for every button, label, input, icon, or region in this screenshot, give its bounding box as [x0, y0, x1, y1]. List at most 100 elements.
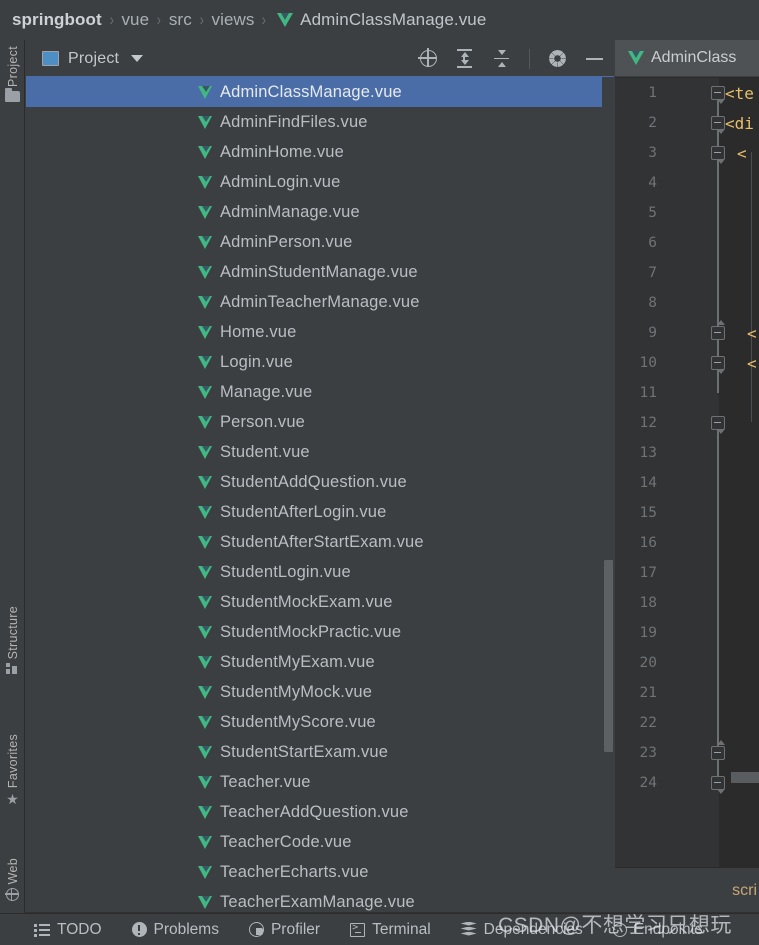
file-list-item[interactable]: StudentMockExam.vue: [26, 587, 614, 617]
file-list-item-label: AdminClassManage.vue: [220, 82, 402, 101]
breadcrumb-separator: ›: [262, 10, 267, 29]
vue-file-icon: [198, 235, 213, 249]
project-panel-title-group[interactable]: Project: [42, 50, 144, 68]
status-item-todo[interactable]: TODO: [34, 921, 102, 939]
status-item-terminal-label: Terminal: [372, 920, 431, 938]
project-tool-window: Project AdminClassManage.vue AdminFindFil…: [26, 40, 614, 913]
file-list-item[interactable]: AdminLogin.vue: [26, 167, 614, 197]
settings-gear-icon[interactable]: [548, 49, 567, 68]
vue-file-icon: [198, 505, 213, 519]
editor-line: 14: [615, 468, 759, 498]
breadcrumb-item-project[interactable]: springboot: [12, 10, 102, 30]
vue-file-icon: [198, 565, 213, 579]
file-list-item[interactable]: Login.vue: [26, 347, 614, 377]
file-list-item-label: TeacherCode.vue: [220, 832, 352, 851]
code-fold-toggle[interactable]: [711, 146, 725, 164]
scrollbar-thumb[interactable]: [604, 560, 613, 752]
sidebar-item-web[interactable]: Web: [0, 858, 25, 905]
vue-file-icon: [198, 715, 213, 729]
file-list-item[interactable]: AdminHome.vue: [26, 137, 614, 167]
line-number: 18: [639, 595, 657, 611]
editor-line: 10 <: [615, 348, 759, 378]
file-list-item[interactable]: Person.vue: [26, 407, 614, 437]
todo-list-icon: [34, 922, 50, 938]
code-fold-toggle[interactable]: [711, 776, 725, 794]
file-list-item-label: Teacher.vue: [220, 772, 311, 791]
file-list-item[interactable]: AdminClassManage.vue: [26, 77, 614, 107]
file-list-item-label: StudentLogin.vue: [220, 562, 351, 581]
code-fold-toggle[interactable]: [711, 86, 725, 104]
line-number: 23: [639, 745, 657, 761]
code-fold-toggle[interactable]: [711, 416, 725, 434]
layers-icon: [460, 921, 477, 938]
breadcrumb-item-vue[interactable]: vue: [121, 10, 149, 30]
star-icon: ★: [6, 791, 19, 808]
status-item-profiler[interactable]: Profiler: [248, 921, 320, 939]
file-list-item[interactable]: StudentMyMock.vue: [26, 677, 614, 707]
project-file-list[interactable]: AdminClassManage.vue AdminFindFiles.vue Ad…: [26, 77, 614, 913]
file-list-item[interactable]: TeacherExamManage.vue: [26, 887, 614, 913]
editor-line: 20: [615, 648, 759, 678]
expand-all-icon[interactable]: [455, 49, 474, 68]
status-item-endpoints[interactable]: Endpoints: [612, 921, 703, 939]
file-list-item[interactable]: AdminStudentManage.vue: [26, 257, 614, 287]
breadcrumb-item-file[interactable]: AdminClassManage.vue: [300, 10, 486, 30]
status-item-problems[interactable]: Problems: [131, 921, 219, 939]
file-list-item-label: TeacherAddQuestion.vue: [220, 802, 409, 821]
code-fold-toggle[interactable]: [711, 356, 725, 374]
file-list-item[interactable]: Home.vue: [26, 317, 614, 347]
file-list-item-label: Student.vue: [220, 442, 310, 461]
file-list-item[interactable]: StudentMyScore.vue: [26, 707, 614, 737]
code-fold-toggle[interactable]: [711, 320, 725, 340]
file-list-item[interactable]: TeacherEcharts.vue: [26, 857, 614, 887]
file-list-item-label: Home.vue: [220, 322, 297, 341]
scroll-from-source-icon[interactable]: [418, 48, 437, 67]
hide-icon[interactable]: [585, 49, 604, 68]
editor-line: 18: [615, 588, 759, 618]
toolbar-divider: [529, 48, 530, 69]
editor-breadcrumb[interactable]: scri: [615, 867, 759, 913]
line-number: 3: [648, 145, 657, 161]
file-list-item[interactable]: StudentAfterLogin.vue: [26, 497, 614, 527]
breadcrumb: springboot › vue › src › views › AdminCl…: [0, 0, 759, 40]
sidebar-item-favorites-label: Favorites: [5, 734, 20, 789]
breadcrumb-separator: ›: [199, 10, 204, 29]
project-scrollbar[interactable]: [602, 77, 614, 913]
code-fold-toggle[interactable]: [711, 116, 725, 134]
file-list-item[interactable]: TeacherAddQuestion.vue: [26, 797, 614, 827]
editor-tab-admin-class-manage[interactable]: AdminClass: [615, 40, 759, 77]
file-list-item[interactable]: Teacher.vue: [26, 767, 614, 797]
collapse-all-icon[interactable]: [492, 49, 511, 68]
project-panel-header: Project: [26, 40, 614, 77]
chevron-down-icon[interactable]: [131, 55, 144, 62]
code-fold-toggle[interactable]: [711, 740, 725, 760]
line-number: 9: [648, 325, 657, 341]
vue-file-icon: [198, 655, 213, 669]
vue-file-icon: [628, 51, 644, 65]
file-list-item[interactable]: StudentAddQuestion.vue: [26, 467, 614, 497]
status-item-terminal[interactable]: Terminal: [350, 921, 431, 939]
file-list-item[interactable]: TeacherCode.vue: [26, 827, 614, 857]
structure-icon: [6, 663, 19, 675]
vue-file-icon: [198, 265, 213, 279]
file-list-item[interactable]: StudentLogin.vue: [26, 557, 614, 587]
status-item-dependencies[interactable]: Dependencies: [460, 921, 583, 939]
file-list-item[interactable]: StudentAfterStartExam.vue: [26, 527, 614, 557]
sidebar-item-favorites[interactable]: Favorites ★: [0, 734, 25, 810]
file-list-item[interactable]: Manage.vue: [26, 377, 614, 407]
editor-line: 4: [615, 168, 759, 198]
breadcrumb-item-src[interactable]: src: [169, 10, 192, 30]
file-list-item[interactable]: AdminManage.vue: [26, 197, 614, 227]
sidebar-item-project[interactable]: Project: [0, 46, 25, 106]
file-list-item[interactable]: StudentStartExam.vue: [26, 737, 614, 767]
breadcrumb-item-views[interactable]: views: [211, 10, 254, 30]
file-list-item[interactable]: StudentMockPractic.vue: [26, 617, 614, 647]
file-list-item[interactable]: AdminTeacherManage.vue: [26, 287, 614, 317]
globe-icon: [5, 887, 19, 902]
file-list-item[interactable]: StudentMyExam.vue: [26, 647, 614, 677]
file-list-item[interactable]: Student.vue: [26, 437, 614, 467]
file-list-item[interactable]: AdminFindFiles.vue: [26, 107, 614, 137]
file-list-item[interactable]: AdminPerson.vue: [26, 227, 614, 257]
problems-warning-icon: [131, 922, 147, 937]
sidebar-item-structure[interactable]: Structure: [0, 606, 25, 678]
